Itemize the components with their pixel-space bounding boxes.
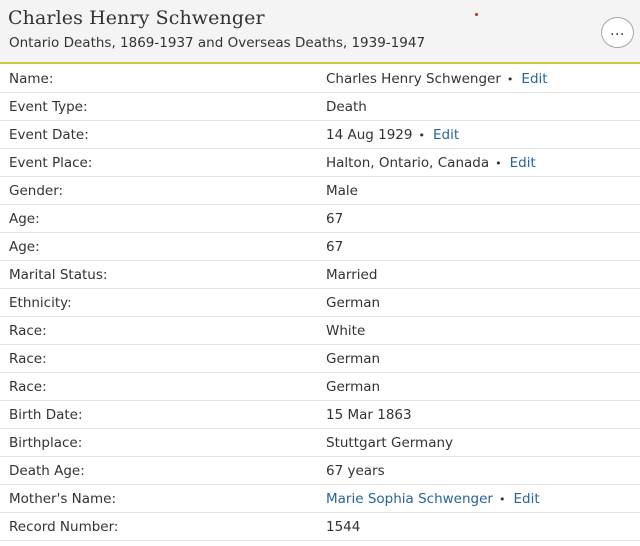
record-header: Charles Henry Schwenger Ontario Deaths, … xyxy=(0,0,640,64)
field-label-death-age: Death Age: xyxy=(9,463,85,479)
table-row: Name: Charles Henry Schwenger • Edit xyxy=(0,65,640,93)
bullet-separator: • xyxy=(418,129,425,142)
field-label-mothers-name: Mother's Name: xyxy=(9,491,117,507)
field-label-ethnicity: Ethnicity: xyxy=(9,295,72,311)
table-row: Race: White xyxy=(0,317,640,345)
field-value-ethnicity: German xyxy=(326,295,381,311)
field-value-event-date: 14 Aug 1929 • Edit xyxy=(326,127,459,143)
field-label-event-place: Event Place: xyxy=(9,155,93,171)
field-label-gender: Gender: xyxy=(9,183,64,199)
edit-event-date-link[interactable]: Edit xyxy=(433,127,459,143)
table-row: Race: German xyxy=(0,373,640,401)
table-row: Race: German xyxy=(0,345,640,373)
field-label-race: Race: xyxy=(9,379,47,395)
table-row: Event Place: Halton, Ontario, Canada • Edi… xyxy=(0,149,640,177)
field-value-marital-status: Married xyxy=(326,267,378,283)
mothers-name-link[interactable]: Marie Sophia Schwenger xyxy=(326,491,493,507)
field-label-age: Age: xyxy=(9,239,40,255)
field-label-event-date: Event Date: xyxy=(9,127,89,143)
field-value-race: German xyxy=(326,351,381,367)
table-row: Marital Status: Married xyxy=(0,261,640,289)
field-value-birth-date: 15 Mar 1863 xyxy=(326,407,412,423)
field-label-birth-date: Birth Date: xyxy=(9,407,83,423)
table-row: Birthplace: Stuttgart Germany xyxy=(0,429,640,457)
field-label-marital-status: Marital Status: xyxy=(9,267,108,283)
collection-title[interactable]: Ontario Deaths, 1869-1937 and Overseas D… xyxy=(9,35,425,51)
table-row: Mother's Name: Marie Sophia Schwenger • Ed… xyxy=(0,485,640,513)
field-value-age: 67 xyxy=(326,239,344,255)
table-row: Gender: Male xyxy=(0,177,640,205)
field-label-race: Race: xyxy=(9,323,47,339)
table-row: Birth Date: 15 Mar 1863 xyxy=(0,401,640,429)
edit-mothers-name-link[interactable]: Edit xyxy=(513,491,539,507)
field-value-mothers-name: Marie Sophia Schwenger • Edit xyxy=(326,491,540,507)
name-value: Charles Henry Schwenger xyxy=(326,71,501,87)
edit-name-link[interactable]: Edit xyxy=(521,71,547,87)
edit-event-place-link[interactable]: Edit xyxy=(510,155,536,171)
field-label-race: Race: xyxy=(9,351,47,367)
table-row: Ethnicity: German xyxy=(0,289,640,317)
field-value-birthplace: Stuttgart Germany xyxy=(326,435,454,451)
field-label-record-number: Record Number: xyxy=(9,519,119,535)
table-row: Age: 67 xyxy=(0,233,640,261)
table-row: Record Number: 1544 xyxy=(0,513,640,541)
field-label-age: Age: xyxy=(9,211,40,227)
field-value-gender: Male xyxy=(326,183,358,199)
field-value-age: 67 xyxy=(326,211,344,227)
field-label-event-type: Event Type: xyxy=(9,99,88,115)
event-place-value: Halton, Ontario, Canada xyxy=(326,155,490,171)
table-row: Event Date: 14 Aug 1929 • Edit xyxy=(0,121,640,149)
record-details-table: Name: Charles Henry Schwenger • Edit Event… xyxy=(0,65,640,541)
bullet-separator: • xyxy=(498,493,506,506)
bullet-separator: • xyxy=(506,73,514,86)
field-value-death-age: 67 years xyxy=(326,463,385,479)
more-options-button[interactable]: ... xyxy=(601,17,634,48)
bullet-separator: • xyxy=(495,157,502,170)
field-value-race: White xyxy=(326,323,366,339)
red-dot-marker xyxy=(475,13,478,16)
table-row: Age: 67 xyxy=(0,205,640,233)
event-date-value: 14 Aug 1929 xyxy=(326,127,413,143)
table-row: Event Type: Death xyxy=(0,93,640,121)
field-value-race: German xyxy=(326,379,381,395)
field-label-name: Name: xyxy=(9,71,54,87)
field-value-record-number: 1544 xyxy=(326,519,361,535)
field-value-event-type: Death xyxy=(326,99,367,115)
field-value-event-place: Halton, Ontario, Canada • Edit xyxy=(326,155,536,171)
field-value-name: Charles Henry Schwenger • Edit xyxy=(326,71,548,87)
table-row: Death Age: 67 years xyxy=(0,457,640,485)
person-name: Charles Henry Schwenger xyxy=(8,7,265,29)
field-label-birthplace: Birthplace: xyxy=(9,435,83,451)
